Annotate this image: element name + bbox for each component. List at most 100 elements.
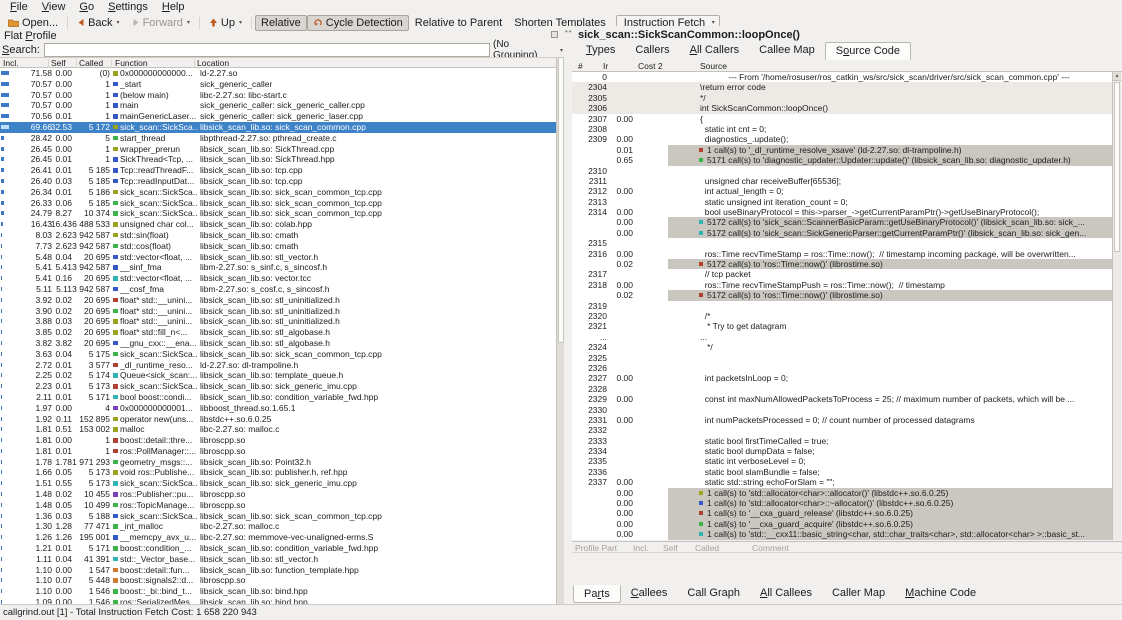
- source-row[interactable]: 0.655171 call(s) to 'diagnostic_updater:…: [572, 155, 1112, 165]
- function-row[interactable]: 71.580.00(0)0x000000000000...ld-2.27.so: [0, 68, 556, 79]
- tab-parts[interactable]: Parts: [573, 585, 621, 603]
- function-row[interactable]: 1.810.51153 002malloclibc-2.27.so: mallo…: [0, 424, 556, 435]
- function-row[interactable]: 26.400.035 185Tcp::readInputDat...libsic…: [0, 176, 556, 187]
- tab-callees[interactable]: Callees: [621, 585, 678, 603]
- back-button[interactable]: Back ▾: [71, 15, 125, 31]
- function-row[interactable]: 1.301.2877 471_int_malloclibc-2.27.so: m…: [0, 521, 556, 532]
- column-self[interactable]: Self: [51, 58, 66, 68]
- function-row[interactable]: 1.660.055 173void ros::Publishe...libsic…: [0, 467, 556, 478]
- source-row[interactable]: 0.001 call(s) to '__cxa_guard_release' (…: [572, 508, 1112, 518]
- column-location[interactable]: Location: [197, 58, 229, 68]
- function-row[interactable]: 24.798.2710 374sick_scan::SickSca...libs…: [0, 208, 556, 219]
- tab-machine-code[interactable]: Machine Code: [895, 585, 986, 603]
- menu-go[interactable]: Go: [72, 0, 101, 14]
- menu-view[interactable]: View: [35, 0, 73, 14]
- column-called[interactable]: Called: [79, 58, 103, 68]
- function-row[interactable]: 1.090.001 546ros::SerializedMes...libsic…: [0, 597, 556, 604]
- source-row[interactable]: 0.001 call(s) to '__cxa_guard_acquire' (…: [572, 519, 1112, 529]
- parts-column-comment[interactable]: Comment: [752, 543, 789, 553]
- function-row[interactable]: 3.880.0320 695float* std::__unini...libs…: [0, 316, 556, 327]
- search-input[interactable]: [44, 43, 490, 57]
- tab-all-callees[interactable]: All Callees: [750, 585, 822, 603]
- back-dropdown-icon[interactable]: ▾: [117, 19, 120, 26]
- source-scrollbar[interactable]: ▲: [1112, 72, 1121, 540]
- function-row[interactable]: 1.210.015 171boost::condition_...libsick…: [0, 543, 556, 554]
- source-row[interactable]: 0.005172 call(s) to 'sick_scan::SickGene…: [572, 228, 1112, 238]
- scroll-up-icon[interactable]: ▲: [1113, 72, 1121, 81]
- function-row[interactable]: 3.630.045 175sick_scan::SickSca...libsic…: [0, 349, 556, 360]
- function-row[interactable]: 70.570.001mainsick_generic_caller: sick_…: [0, 100, 556, 111]
- tab-call-graph[interactable]: Call Graph: [677, 585, 750, 603]
- source-row[interactable]: 0.001 call(s) to 'std::allocator<char>::…: [572, 498, 1112, 508]
- flat-profile-header[interactable]: Incl. Self Called Function Location: [0, 57, 556, 68]
- column-source[interactable]: Source: [700, 61, 727, 71]
- function-row[interactable]: 26.340.015 186sick_scan::SickSca...libsi…: [0, 187, 556, 198]
- tab-caller-map[interactable]: Caller Map: [822, 585, 895, 603]
- function-row[interactable]: 1.261.26195 001__memcpy_avx_u...libc-2.2…: [0, 532, 556, 543]
- parts-column-called[interactable]: Called: [695, 543, 719, 553]
- function-row[interactable]: 26.410.015 185Tcp::readThreadF...libsick…: [0, 165, 556, 176]
- menu-file[interactable]: File: [3, 0, 35, 14]
- column-incl[interactable]: Incl.: [3, 58, 19, 68]
- function-row[interactable]: 1.100.075 448boost::signals2::d...libros…: [0, 575, 556, 586]
- grouping-select[interactable]: (No Grouping) ▾: [493, 43, 563, 57]
- function-row[interactable]: 5.410.1620 695std::vector<float, ...libs…: [0, 273, 556, 284]
- column-line[interactable]: #: [578, 61, 583, 71]
- function-row[interactable]: 5.415.413 942 587__sinf_fmalibm-2.27.so:…: [0, 262, 556, 273]
- cycle-detection-toggle[interactable]: Cycle Detection: [307, 15, 409, 31]
- function-row[interactable]: 2.230.015 173sick_scan::SickSca...libsic…: [0, 381, 556, 392]
- function-row[interactable]: 7.732.623 942 587std::cos(float)libsick_…: [0, 241, 556, 252]
- parts-column-profile-part[interactable]: Profile Part: [575, 543, 617, 553]
- function-row[interactable]: 3.900.0220 695float* std::__unini...libs…: [0, 306, 556, 317]
- source-row[interactable]: 0.005172 call(s) to 'sick_scan::ScannerB…: [572, 217, 1112, 227]
- function-row[interactable]: 1.110.0441 391std::_Vector_base...libsic…: [0, 554, 556, 565]
- function-row[interactable]: 2.110.015 171bool boost::condi...libsick…: [0, 392, 556, 403]
- column-function[interactable]: Function: [115, 58, 148, 68]
- source-row[interactable]: 0.025172 call(s) to 'ros::Time::now()' (…: [572, 290, 1112, 300]
- function-row[interactable]: 1.480.0510 499ros::TopicManage...librosc…: [0, 500, 556, 511]
- function-row[interactable]: 1.360.035 188sick_scan::SickSca...libsic…: [0, 511, 556, 522]
- source-row[interactable]: 0.001 call(s) to 'std::__cxx11::basic_st…: [572, 529, 1112, 539]
- up-dropdown-icon[interactable]: ▾: [239, 19, 242, 26]
- parts-column-incl-[interactable]: Incl.: [633, 543, 649, 553]
- source-row[interactable]: 0.001 call(s) to 'std::allocator<char>::…: [572, 488, 1112, 498]
- panel-splitter[interactable]: ••: [564, 26, 572, 604]
- menu-settings[interactable]: Settings: [101, 0, 155, 14]
- tab-callee-map[interactable]: Callee Map: [749, 42, 825, 60]
- function-row[interactable]: 16.4316.436 488 533unsigned char col...l…: [0, 219, 556, 230]
- panel-detach-icon[interactable]: [551, 31, 558, 38]
- function-row[interactable]: 70.570.001(below main)libc-2.27.so: libc…: [0, 90, 556, 101]
- source-row[interactable]: 0.025172 call(s) to 'ros::Time::now()' (…: [572, 259, 1112, 269]
- parts-column-self[interactable]: Self: [663, 543, 678, 553]
- function-row[interactable]: 1.510.555 173sick_scan::SickSca...libsic…: [0, 478, 556, 489]
- tab-types[interactable]: Types: [576, 42, 625, 60]
- function-row[interactable]: 70.560.011mainGenericLaser...sick_generi…: [0, 111, 556, 122]
- function-row[interactable]: 1.810.011ros::PollManager::...libroscpp.…: [0, 446, 556, 457]
- source-header[interactable]: # Ir Cost 2 Source: [572, 60, 1122, 72]
- function-row[interactable]: 2.250.025 174Queue<sick_scan:...libsick_…: [0, 370, 556, 381]
- function-row[interactable]: 70.570.001_startsick_generic_caller: [0, 79, 556, 90]
- menu-help[interactable]: Help: [155, 0, 192, 14]
- forward-button[interactable]: Forward ▾: [126, 15, 196, 31]
- column-cost2[interactable]: Cost 2: [638, 61, 663, 71]
- function-row[interactable]: 1.100.001 546boost::_bi::bind_t...libsic…: [0, 586, 556, 597]
- function-row[interactable]: 5.480.0420 695std::vector<float, ...libs…: [0, 252, 556, 263]
- function-row[interactable]: 1.810.001boost::detail::thre...libroscpp…: [0, 435, 556, 446]
- function-row[interactable]: 3.850.0220 695float* std::fill_n<...libs…: [0, 327, 556, 338]
- function-row[interactable]: 1.970.0040x000000000001...libboost_threa…: [0, 403, 556, 414]
- left-scrollbar[interactable]: [556, 57, 564, 604]
- tab-source-code[interactable]: Source Code: [825, 42, 911, 60]
- column-ir[interactable]: Ir: [603, 61, 608, 71]
- relative-toggle[interactable]: Relative: [255, 15, 307, 31]
- tab-all-callers[interactable]: All Callers: [680, 42, 750, 60]
- function-row[interactable]: 28.420.005start_threadlibpthread-2.27.so…: [0, 133, 556, 144]
- relative-to-parent-toggle[interactable]: Relative to Parent: [409, 15, 508, 31]
- function-row[interactable]: 5.115.113 942 587__cosf_fmalibm-2.27.so:…: [0, 284, 556, 295]
- function-row[interactable]: 3.920.0220 695float* std::__unini...libs…: [0, 295, 556, 306]
- source-scrollbar-thumb[interactable]: [1114, 82, 1120, 252]
- function-row[interactable]: 1.920.11152 895operator new(uns...libstd…: [0, 414, 556, 425]
- function-row[interactable]: 69.6632.535 172sick_scan::SickSca...libs…: [0, 122, 556, 133]
- function-row[interactable]: 3.823.8220 695__gnu_cxx::__ena...libsick…: [0, 338, 556, 349]
- tab-callers[interactable]: Callers: [625, 42, 679, 60]
- function-row[interactable]: 1.781.781 971 293geometry_msgs::...libsi…: [0, 457, 556, 468]
